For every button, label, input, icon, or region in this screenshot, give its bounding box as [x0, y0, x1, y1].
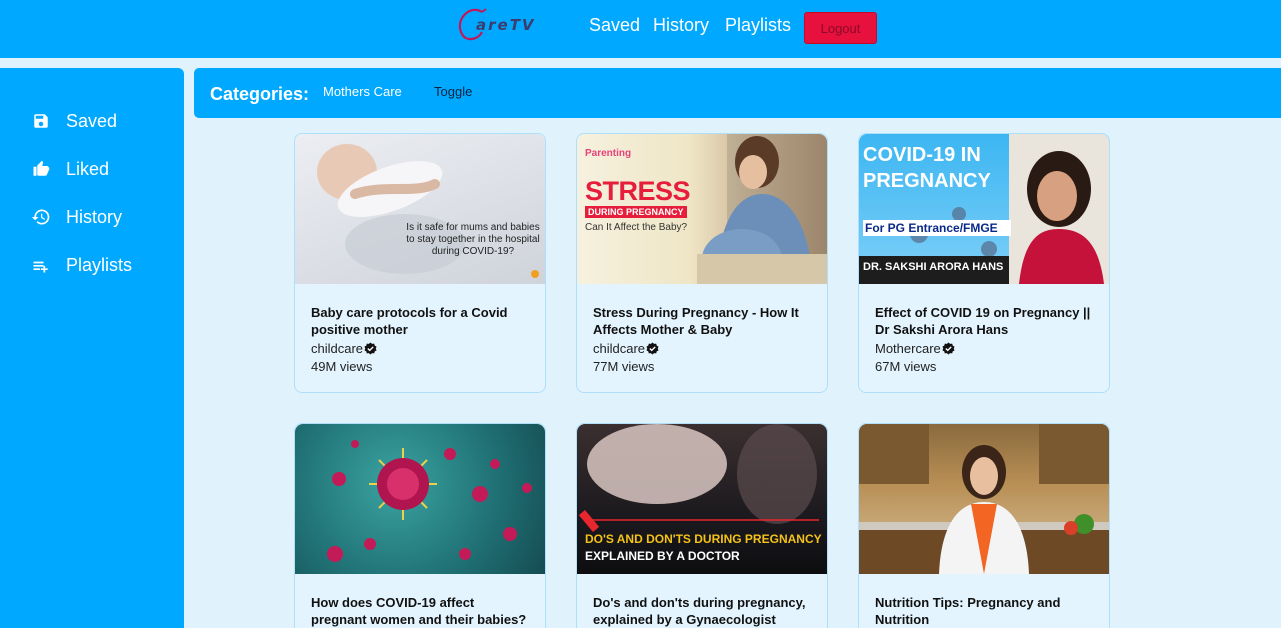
top-navbar: areTV Saved History Playlists Logout [0, 0, 1281, 58]
nav-saved-link[interactable]: Saved [589, 15, 640, 36]
thumbnail-headline: STRESS [585, 176, 691, 206]
sidebar-item-saved[interactable]: Saved [30, 106, 117, 136]
sidebar: Saved Liked History Playlists [0, 68, 184, 628]
channel-name: childcare [311, 341, 364, 356]
logo-text: areTV [476, 16, 536, 34]
sidebar-item-label: Playlists [66, 254, 133, 275]
video-channel[interactable]: childcare [311, 341, 529, 356]
video-thumbnail[interactable]: COVID-19 IN PREGNANCY For PG Entrance/FM… [859, 134, 1109, 284]
video-card[interactable]: COVID-19 IN PREGNANCY For PG Entrance/FM… [858, 133, 1110, 393]
video-title[interactable]: How does COVID-19 affect pregnant women … [311, 594, 529, 628]
thumbs-up-icon [30, 158, 52, 180]
categories-bar: Categories: Mothers Care Toggle [194, 68, 1281, 118]
verified-icon [364, 342, 377, 355]
video-title[interactable]: Baby care protocols for a Covid positive… [311, 304, 529, 338]
sidebar-item-playlists[interactable]: Playlists [30, 250, 132, 280]
channel-name: childcare [593, 341, 646, 356]
video-thumbnail[interactable] [859, 424, 1109, 574]
video-card[interactable]: DO'S AND DON'TS DURING PREGNANCY EXPLAIN… [576, 423, 828, 628]
sidebar-item-label: Saved [66, 110, 118, 131]
logout-button[interactable]: Logout [804, 12, 877, 44]
video-title[interactable]: Do's and don'ts during pregnancy, explai… [593, 594, 811, 628]
thumbnail-headline: DO'S AND DON'TS DURING PREGNANCY [585, 532, 822, 546]
thumbnail-brand: Parenting [585, 148, 632, 159]
video-title[interactable]: Nutrition Tips: Pregnancy and Nutrition [875, 594, 1093, 628]
video-channel[interactable]: childcare [593, 341, 811, 356]
video-title[interactable]: Stress During Pregnancy - How It Affects… [593, 304, 811, 338]
nav-history-link[interactable]: History [653, 15, 709, 36]
sidebar-item-label: History [66, 206, 123, 227]
verified-icon [942, 342, 955, 355]
channel-name: Mothercare [875, 341, 941, 356]
video-thumbnail[interactable]: Is it safe for mums and babies to stay t… [295, 134, 545, 284]
video-title[interactable]: Effect of COVID 19 on Pregnancy || Dr Sa… [875, 304, 1093, 338]
thumbnail-caption: DR. SAKSHI ARORA HANS [863, 261, 1004, 273]
thumbnail-subheadline: EXPLAINED BY A DOCTOR [585, 549, 740, 563]
thumbnail-subheadline: For PG Entrance/FMGE [863, 220, 1011, 236]
video-channel[interactable]: Mothercare [875, 341, 1093, 356]
video-thumbnail[interactable] [295, 424, 545, 574]
logo[interactable]: areTV [456, 6, 556, 42]
category-toggle[interactable]: Toggle [434, 84, 472, 99]
video-card[interactable]: How does COVID-19 affect pregnant women … [294, 423, 546, 628]
video-card[interactable]: Is it safe for mums and babies to stay t… [294, 133, 546, 393]
thumbnail-headline: COVID-19 IN PREGNANCY [863, 144, 991, 192]
video-card[interactable]: Parenting STRESS DURING PREGNANCY Can It… [576, 133, 828, 393]
thumbnail-caption: Is it safe for mums and babies to stay t… [406, 222, 540, 257]
nav-playlists-link[interactable]: Playlists [725, 15, 791, 36]
video-views: 67M views [875, 359, 937, 374]
playlist-add-icon [30, 254, 52, 276]
video-views: 77M views [593, 359, 655, 374]
video-thumbnail[interactable]: Parenting STRESS DURING PREGNANCY Can It… [577, 134, 827, 284]
thumbnail-subheadline: DURING PREGNANCY [585, 206, 687, 218]
categories-title: Categories: [210, 84, 310, 104]
video-card[interactable]: Nutrition Tips: Pregnancy and Nutrition [858, 423, 1110, 628]
nutritionist-kitchen-image [859, 424, 1109, 574]
sidebar-item-label: Liked [66, 158, 110, 179]
baby-hospital-image [317, 144, 539, 278]
sidebar-item-history[interactable]: History [30, 202, 122, 232]
verified-icon [646, 342, 659, 355]
save-icon [30, 110, 52, 132]
virus-illustration-image [327, 440, 532, 562]
history-icon [30, 206, 52, 228]
sidebar-item-liked[interactable]: Liked [30, 154, 109, 184]
video-thumbnail[interactable]: DO'S AND DON'TS DURING PREGNANCY EXPLAIN… [577, 424, 827, 574]
thumbnail-caption: Can It Affect the Baby? [585, 222, 688, 233]
category-chip-mothers-care[interactable]: Mothers Care [323, 84, 402, 99]
video-views: 49M views [311, 359, 373, 374]
